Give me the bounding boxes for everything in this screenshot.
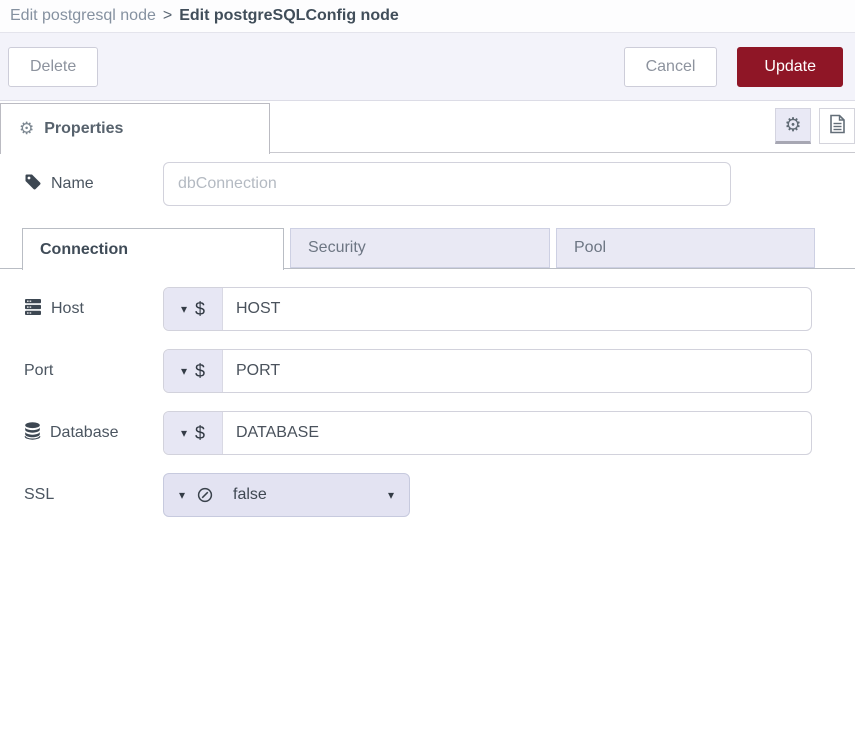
database-typed-input: ▾ $ — [163, 411, 812, 455]
env-var-type-symbol: $ — [195, 423, 205, 444]
ssl-label-text: SSL — [24, 486, 54, 504]
update-button[interactable]: Update — [737, 47, 843, 87]
caret-down-icon: ▾ — [181, 303, 187, 315]
port-input[interactable] — [223, 350, 811, 392]
edit-properties-button[interactable]: ⚙ — [775, 108, 811, 144]
tab-connection-label: Connection — [40, 241, 128, 259]
server-icon — [24, 298, 42, 321]
host-typed-input: ▾ $ — [163, 287, 812, 331]
tag-icon — [24, 173, 42, 196]
name-label-text: Name — [51, 175, 94, 193]
properties-tab-label: Properties — [44, 120, 123, 138]
caret-down-icon: ▾ — [179, 489, 185, 501]
tab-pool[interactable]: Pool — [556, 228, 815, 268]
panel-tab-row: ⚙ Properties ⚙ — [0, 101, 855, 153]
database-input[interactable] — [223, 412, 811, 454]
database-type-select-button[interactable]: ▾ $ — [164, 412, 223, 454]
name-label: Name — [24, 162, 94, 206]
tab-pool-label: Pool — [574, 239, 606, 257]
cancel-button[interactable]: Cancel — [624, 47, 718, 87]
dialog-toolbar: Delete Cancel Update — [0, 33, 855, 101]
database-icon — [24, 422, 41, 445]
database-row: Database ▾ $ — [0, 411, 855, 455]
node-description-button[interactable] — [819, 108, 855, 144]
name-row: Name — [0, 162, 855, 206]
breadcrumb-current: Edit postgreSQLConfig node — [179, 7, 399, 25]
document-icon — [829, 114, 846, 139]
breadcrumb-separator: > — [163, 7, 172, 25]
port-typed-input: ▾ $ — [163, 349, 812, 393]
port-label-text: Port — [24, 362, 53, 380]
host-label: Host — [24, 287, 84, 331]
port-type-select-button[interactable]: ▾ $ — [164, 350, 223, 392]
host-label-text: Host — [51, 300, 84, 318]
database-label: Database — [24, 411, 119, 455]
gear-icon: ⚙ — [784, 114, 801, 136]
breadcrumb-parent-link[interactable]: Edit postgresql node — [10, 7, 156, 25]
ssl-value: false — [233, 486, 267, 504]
ssl-label: SSL — [24, 473, 54, 517]
database-label-text: Database — [50, 424, 119, 442]
boolean-type-icon — [197, 487, 213, 503]
tab-security[interactable]: Security — [290, 228, 550, 268]
breadcrumb: Edit postgresql node > Edit postgreSQLCo… — [0, 0, 855, 33]
tab-properties[interactable]: ⚙ Properties — [0, 103, 270, 154]
caret-down-icon: ▾ — [181, 365, 187, 377]
host-input[interactable] — [223, 288, 811, 330]
env-var-type-symbol: $ — [195, 361, 205, 382]
host-type-select-button[interactable]: ▾ $ — [164, 288, 223, 330]
config-subtabs: Connection Security Pool — [0, 228, 855, 269]
host-row: Host ▾ $ — [0, 287, 855, 331]
port-label: Port — [24, 349, 53, 393]
gear-icon: ⚙ — [19, 119, 34, 139]
name-input[interactable] — [163, 162, 731, 206]
ssl-boolean-select[interactable]: ▾ false ▾ — [163, 473, 410, 517]
caret-down-icon: ▾ — [181, 427, 187, 439]
node-edit-form: Name Connection Security Pool — [0, 153, 855, 517]
delete-button[interactable]: Delete — [8, 47, 98, 87]
tab-connection[interactable]: Connection — [22, 228, 284, 270]
caret-down-icon: ▾ — [388, 489, 394, 501]
env-var-type-symbol: $ — [195, 299, 205, 320]
port-row: Port ▾ $ — [0, 349, 855, 393]
ssl-row: SSL ▾ false ▾ — [0, 473, 855, 517]
tab-security-label: Security — [308, 239, 366, 257]
